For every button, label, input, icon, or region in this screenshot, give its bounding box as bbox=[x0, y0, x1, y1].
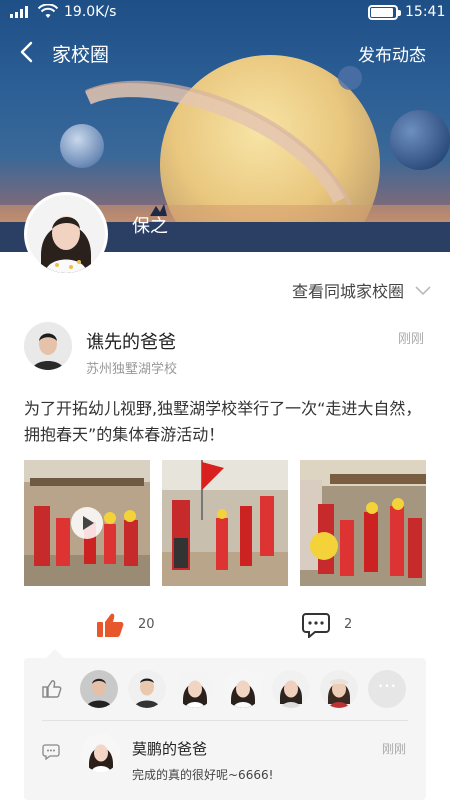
liker-avatar-image bbox=[80, 670, 118, 708]
signal-icon bbox=[10, 6, 28, 18]
publish-button[interactable]: 发布动态 bbox=[358, 41, 426, 66]
liker-avatar-image bbox=[128, 670, 166, 708]
photo-image bbox=[300, 460, 426, 586]
post-author-avatar[interactable] bbox=[24, 322, 72, 370]
chevron-down-icon bbox=[415, 286, 431, 296]
post-photo-video[interactable] bbox=[24, 460, 150, 586]
liker-avatar-image bbox=[272, 670, 310, 708]
user-name: 保之 bbox=[132, 216, 168, 237]
more-icon[interactable]: ··· bbox=[368, 670, 406, 708]
nav-bar: 家校圈 发布动态 bbox=[0, 30, 450, 74]
like-outline-icon bbox=[42, 680, 62, 698]
avatar[interactable] bbox=[24, 192, 108, 276]
play-icon[interactable] bbox=[71, 507, 103, 539]
like-count: 20 bbox=[138, 617, 155, 632]
wifi-icon bbox=[38, 4, 58, 18]
interaction-panel: ··· 莫鹏的爸爸 刚刚 完成的真的很好呢~6666! bbox=[24, 649, 426, 800]
back-icon[interactable] bbox=[14, 38, 42, 66]
post-photo[interactable] bbox=[162, 460, 288, 586]
battery-icon bbox=[368, 5, 401, 20]
city-circle-link[interactable]: 查看同城家校圈 bbox=[292, 278, 432, 302]
liker-avatar-image bbox=[224, 670, 262, 708]
liker-avatar[interactable] bbox=[224, 670, 262, 708]
post-timestamp: 刚刚 bbox=[397, 332, 424, 347]
liker-avatar-image bbox=[176, 670, 214, 708]
panel-divider bbox=[42, 720, 408, 721]
comment-icon[interactable] bbox=[302, 612, 330, 638]
avatar-image bbox=[27, 195, 105, 273]
liker-avatar[interactable] bbox=[80, 670, 118, 708]
post-photo[interactable] bbox=[300, 460, 426, 586]
comment-text: 完成的真的很好呢~6666! bbox=[132, 768, 274, 782]
liker-avatar-image bbox=[320, 670, 358, 708]
clock: 15:41 bbox=[405, 4, 446, 20]
like-icon[interactable] bbox=[96, 612, 124, 638]
post-author-name[interactable]: 谯先的爸爸 bbox=[86, 328, 176, 354]
post-author-avatar-image bbox=[24, 322, 72, 370]
liker-avatar[interactable] bbox=[272, 670, 310, 708]
commenter-name[interactable]: 莫鹏的爸爸 bbox=[132, 738, 207, 759]
network-speed: 19.0K/s bbox=[64, 4, 117, 20]
liker-avatar[interactable] bbox=[128, 670, 166, 708]
liker-avatar[interactable] bbox=[320, 670, 358, 708]
post-author-school: 苏州独墅湖学校 bbox=[86, 362, 178, 377]
post-content: 为了开拓幼儿视野,独墅湖学校举行了一次“走进大自然，拥抱春天”的集体春游活动！ bbox=[24, 399, 422, 444]
status-bar: 19.0K/s 15:41 bbox=[0, 0, 450, 26]
commenter-avatar-image bbox=[82, 734, 120, 772]
photo-image bbox=[162, 460, 288, 586]
commenter-avatar[interactable] bbox=[82, 734, 120, 772]
city-circle-label: 查看同城家校圈 bbox=[291, 282, 404, 301]
comment-outline-icon bbox=[42, 744, 60, 760]
page-title: 家校圈 bbox=[52, 44, 110, 66]
liker-avatar[interactable] bbox=[176, 670, 214, 708]
comment-timestamp: 刚刚 bbox=[381, 742, 406, 756]
comment-count: 2 bbox=[344, 617, 353, 632]
